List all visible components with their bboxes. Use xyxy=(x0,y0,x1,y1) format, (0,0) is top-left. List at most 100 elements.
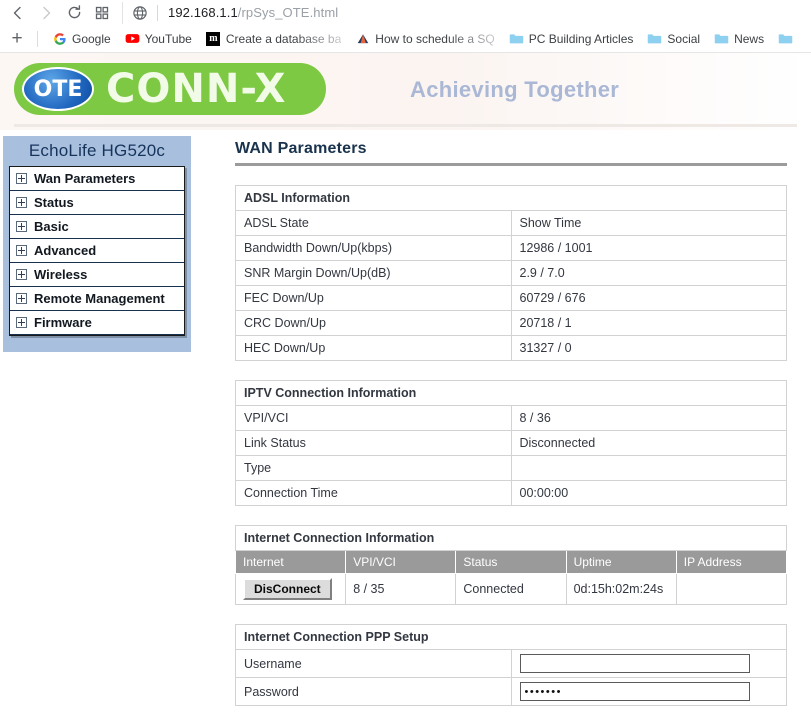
bookmark-folder-news[interactable]: News xyxy=(707,27,771,51)
sidebar-item-wireless[interactable]: Wireless xyxy=(10,263,184,287)
browser-chrome: 192.168.1.1/rpSys_OTE.html + Google YouT… xyxy=(0,0,811,53)
bookmark-folder-social[interactable]: Social xyxy=(640,27,707,51)
bookmark-folder-pc-building-articles[interactable]: PC Building Articles xyxy=(502,27,641,51)
internet-connection-heading: Internet Connection Information xyxy=(235,525,787,551)
forward-button[interactable] xyxy=(32,1,60,25)
table-row: Connection Time 00:00:00 xyxy=(235,480,787,506)
sidebar-item-label: Firmware xyxy=(34,315,92,330)
column-header-status: Status xyxy=(455,550,567,574)
iptv-connection-table: IPTV Connection Information VPI/VCI 8 / … xyxy=(235,380,787,506)
site-info-button[interactable] xyxy=(123,5,157,21)
folder-icon xyxy=(714,31,729,46)
bookmark-folder-overflow[interactable] xyxy=(771,27,805,51)
row-label: Connection Time xyxy=(235,480,512,506)
row-label: Type xyxy=(235,455,512,481)
expand-plus-icon[interactable] xyxy=(16,173,27,184)
google-icon xyxy=(52,31,67,46)
url-text: 192.168.1.1/rpSys_OTE.html xyxy=(158,5,338,20)
column-header-uptime: Uptime xyxy=(565,550,677,574)
table-row: HEC Down/Up 31327 / 0 xyxy=(235,335,787,361)
apps-button[interactable] xyxy=(88,1,116,25)
expand-plus-icon[interactable] xyxy=(16,317,27,328)
ppp-setup-heading: Internet Connection PPP Setup xyxy=(235,624,787,650)
banner-divider xyxy=(14,124,797,127)
row-label: SNR Margin Down/Up(dB) xyxy=(235,260,512,286)
apps-grid-icon xyxy=(95,6,109,19)
sidebar-item-label: Advanced xyxy=(34,243,97,258)
expand-plus-icon[interactable] xyxy=(16,293,27,304)
row-label: ADSL State xyxy=(235,210,512,236)
ote-badge: OTE xyxy=(22,67,94,111)
sidebar-item-wan-parameters[interactable]: Wan Parameters xyxy=(10,167,184,191)
page-title: WAN Parameters xyxy=(235,140,367,157)
row-value: 2.9 / 7.0 xyxy=(510,260,787,286)
sidebar-item-advanced[interactable]: Advanced xyxy=(10,239,184,263)
sidebar: EchoLife HG520c Wan Parameters Status Ba… xyxy=(3,136,191,352)
youtube-icon xyxy=(125,31,140,46)
sidebar-item-basic[interactable]: Basic xyxy=(10,215,184,239)
folder-icon xyxy=(778,31,793,46)
folder-icon xyxy=(509,31,524,46)
browser-navigation-bar: 192.168.1.1/rpSys_OTE.html xyxy=(0,0,811,25)
cell-ip-address xyxy=(675,573,788,605)
username-label: Username xyxy=(235,649,512,678)
row-value: Disconnected xyxy=(510,430,787,456)
row-value: 12986 / 1001 xyxy=(510,235,787,261)
table-row: SNR Margin Down/Up(dB) 2.9 / 7.0 xyxy=(235,260,787,286)
bookmark-youtube[interactable]: YouTube xyxy=(118,27,199,51)
ppp-setup-table: Internet Connection PPP Setup Username P… xyxy=(235,624,787,706)
table-row: Link Status Disconnected xyxy=(235,430,787,456)
bookmark-create-a-database[interactable]: m Create a database ba xyxy=(199,27,348,51)
expand-plus-icon[interactable] xyxy=(16,269,27,280)
reload-button[interactable] xyxy=(60,1,88,25)
bookmark-google[interactable]: Google xyxy=(45,27,118,51)
expand-plus-icon[interactable] xyxy=(16,197,27,208)
username-input[interactable] xyxy=(519,654,750,673)
bookmark-label: How to schedule a SQ xyxy=(375,31,495,46)
back-button[interactable] xyxy=(4,1,32,25)
bookmark-label: YouTube xyxy=(144,31,192,46)
expand-plus-icon[interactable] xyxy=(16,221,27,232)
row-label: HEC Down/Up xyxy=(235,335,512,361)
page-body: EchoLife HG520c Wan Parameters Status Ba… xyxy=(0,130,811,707)
page-title-divider xyxy=(235,163,787,166)
table-row: FEC Down/Up 60729 / 676 xyxy=(235,285,787,311)
expand-plus-icon[interactable] xyxy=(16,245,27,256)
column-header-vpi-vci: VPI/VCI xyxy=(345,550,457,574)
row-value: 31327 / 0 xyxy=(510,335,787,361)
sidebar-device-title: EchoLife HG520c xyxy=(28,141,166,160)
bookmark-label: Create a database ba xyxy=(225,31,342,46)
row-label: VPI/VCI xyxy=(235,405,512,431)
address-bar[interactable]: 192.168.1.1/rpSys_OTE.html xyxy=(122,1,811,24)
sidebar-item-label: Basic xyxy=(34,219,69,234)
triangle-icon xyxy=(355,31,370,46)
add-bookmark-button[interactable]: + xyxy=(4,26,30,52)
sidebar-item-status[interactable]: Status xyxy=(10,191,184,215)
row-value xyxy=(510,455,787,481)
table-row: Password xyxy=(235,677,787,706)
table-row: Bandwidth Down/Up(kbps) 12986 / 1001 xyxy=(235,235,787,261)
url-path: /rpSys_OTE.html xyxy=(237,5,339,20)
sidebar-menu: Wan Parameters Status Basic Advanced Wir… xyxy=(9,166,185,336)
banner-tagline: Achieving Together xyxy=(410,77,620,102)
sidebar-item-remote-management[interactable]: Remote Management xyxy=(10,287,184,311)
password-label: Password xyxy=(235,677,512,706)
disconnect-button[interactable]: DisConnect xyxy=(243,578,332,600)
row-value: 20718 / 1 xyxy=(510,310,787,336)
table-row: VPI/VCI 8 / 36 xyxy=(235,405,787,431)
bookmark-label: Social xyxy=(667,31,701,46)
globe-icon xyxy=(133,5,147,20)
iptv-connection-heading: IPTV Connection Information xyxy=(235,380,787,406)
conn-x-logo: OTE CONN-X xyxy=(14,63,326,115)
sidebar-item-label: Status xyxy=(34,195,74,210)
bookmark-how-to-schedule[interactable]: How to schedule a SQ xyxy=(348,27,501,51)
row-value: 00:00:00 xyxy=(510,480,787,506)
row-value: Show Time xyxy=(510,210,787,236)
adsl-information-heading: ADSL Information xyxy=(235,185,787,211)
sidebar-item-firmware[interactable]: Firmware xyxy=(10,311,184,335)
row-label: Bandwidth Down/Up(kbps) xyxy=(235,235,512,261)
url-host: 192.168.1.1 xyxy=(168,5,238,20)
row-value: 8 / 36 xyxy=(510,405,787,431)
reload-icon xyxy=(68,5,80,19)
password-input[interactable] xyxy=(519,682,750,701)
